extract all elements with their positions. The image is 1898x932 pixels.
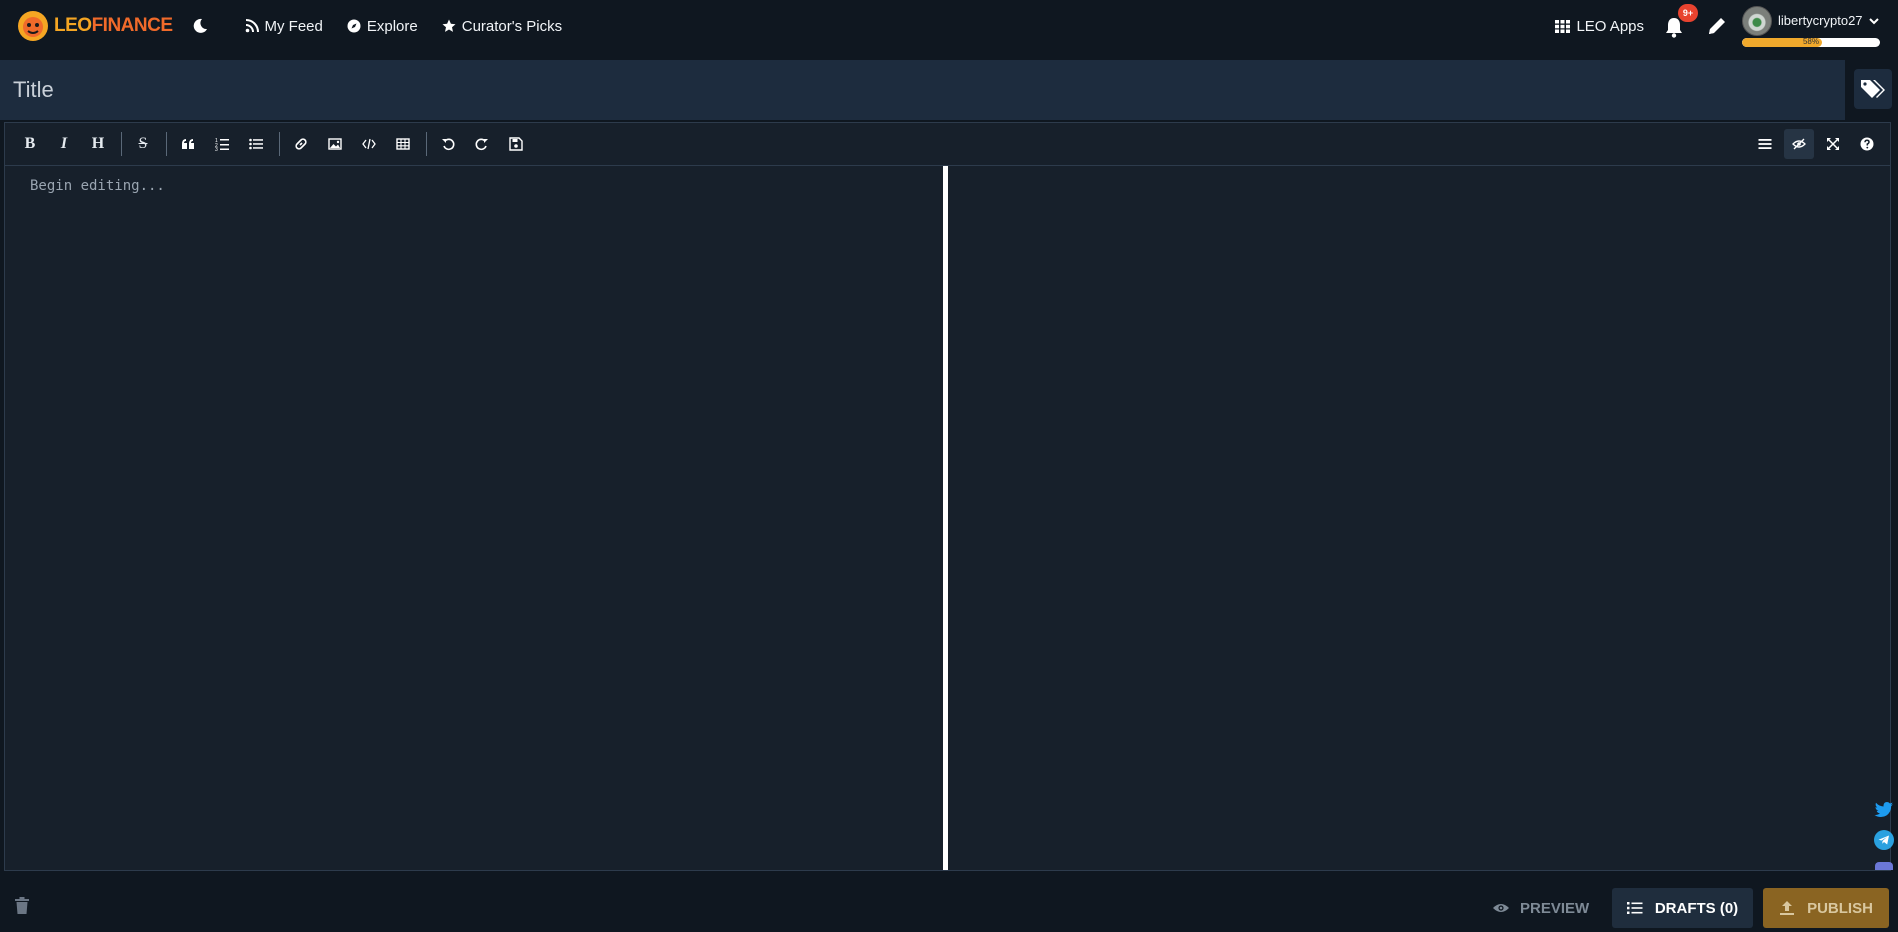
top-navbar: LEOFINANCE My Feed Explore Curator's Pic… [0, 0, 1898, 52]
nav-label: Explore [366, 17, 418, 35]
ordered-list-button[interactable]: 123 [207, 129, 237, 159]
title-bar [0, 60, 1845, 120]
leo-apps-menu[interactable]: LEO Apps [1555, 18, 1644, 35]
leofinance-logo[interactable]: LEOFINANCE [16, 9, 173, 43]
post-title-input[interactable] [13, 77, 1845, 103]
tags-icon [1861, 80, 1885, 98]
twitter-icon [1874, 802, 1893, 817]
toolbar-separator [279, 132, 280, 156]
redo-icon [475, 138, 488, 151]
upload-icon [1780, 901, 1795, 915]
chevron-down-icon [1868, 17, 1879, 24]
user-menu[interactable]: libertycrypto27 58% [1742, 5, 1882, 47]
help-button[interactable] [1852, 129, 1882, 159]
expand-icon [1827, 138, 1839, 150]
markdown-input-pane [5, 166, 943, 870]
redo-button[interactable] [467, 129, 497, 159]
resource-credits-text: 58% [1802, 37, 1819, 46]
list-icon [1626, 902, 1643, 914]
code-icon [362, 138, 376, 150]
nav-my-feed[interactable]: My Feed [245, 18, 323, 35]
compass-icon [347, 19, 361, 33]
save-icon [509, 137, 523, 151]
toggle-preview-button[interactable] [1784, 129, 1814, 159]
grid-icon [1555, 19, 1571, 33]
svg-text:3: 3 [215, 147, 218, 151]
undo-button[interactable] [433, 129, 463, 159]
preview-button[interactable]: PREVIEW [1480, 888, 1601, 928]
question-circle-icon [1860, 137, 1874, 151]
image-button[interactable] [320, 129, 350, 159]
heading-icon: H [91, 135, 105, 152]
bold-button[interactable]: B [15, 129, 45, 159]
code-button[interactable] [354, 129, 384, 159]
eye-icon [1493, 904, 1509, 912]
toolbar-separator [166, 132, 167, 156]
quote-button[interactable] [173, 129, 203, 159]
telegram-icon [1874, 830, 1894, 850]
save-draft-button[interactable] [501, 129, 531, 159]
tags-button[interactable] [1854, 69, 1892, 109]
nav-right-group: LEO Apps 9+ libertycrypto27 58% [1555, 4, 1882, 47]
nav-label: My Feed [264, 17, 323, 35]
notifications-button[interactable]: 9+ [1664, 4, 1698, 38]
menu-button[interactable] [1750, 129, 1780, 159]
preview-pane [948, 166, 1890, 870]
hamburger-icon [1758, 139, 1772, 149]
markdown-editor: B I H S 123 [4, 122, 1891, 871]
fullscreen-button[interactable] [1818, 129, 1848, 159]
discord-icon [1875, 862, 1893, 870]
delete-draft-trash-icon[interactable] [14, 897, 30, 915]
lion-logo-icon [18, 11, 48, 41]
italic-icon: I [60, 135, 68, 152]
unordered-list-icon [249, 138, 263, 150]
username: libertycrypto27 [1778, 13, 1863, 28]
undo-icon [442, 138, 455, 151]
publish-button[interactable]: PUBLISH [1763, 888, 1889, 928]
notification-count-badge: 9+ [1678, 4, 1698, 22]
heading-button[interactable]: H [83, 129, 113, 159]
avatar [1742, 5, 1772, 36]
toolbar-separator [121, 132, 122, 156]
strikethrough-button[interactable]: S [128, 129, 158, 159]
dark-mode-moon-icon[interactable] [191, 17, 209, 35]
nav-explore[interactable]: Explore [347, 18, 418, 35]
table-button[interactable] [388, 129, 418, 159]
editor-toolbar: B I H S 123 [5, 123, 1890, 166]
resource-credits-bar: 58% [1742, 37, 1880, 47]
rss-icon [245, 19, 259, 33]
user-row: libertycrypto27 [1742, 5, 1882, 36]
italic-button[interactable]: I [49, 129, 79, 159]
quote-icon [182, 139, 194, 149]
strikethrough-icon: S [138, 135, 148, 152]
nav-label: Curator's Picks [461, 17, 563, 35]
telegram-link[interactable] [1873, 829, 1895, 851]
preview-label: PREVIEW [1520, 899, 1590, 917]
link-icon [295, 138, 307, 150]
leo-apps-label: LEO Apps [1576, 17, 1644, 35]
ordered-list-icon: 123 [215, 138, 229, 151]
star-icon [442, 19, 456, 32]
image-icon [328, 138, 342, 150]
twitter-link[interactable] [1873, 799, 1895, 821]
brand-name: LEOFINANCE [54, 15, 173, 36]
bold-icon: B [24, 135, 36, 152]
drafts-label: DRAFTS (0) [1654, 899, 1739, 917]
post-body-textarea[interactable] [5, 166, 943, 870]
toolbar-right-group [1750, 129, 1890, 159]
write-post-pencil-icon[interactable] [1706, 15, 1728, 37]
discord-link[interactable] [1873, 860, 1895, 870]
link-button[interactable] [286, 129, 316, 159]
toolbar-separator [426, 132, 427, 156]
nav-curators-picks[interactable]: Curator's Picks [442, 18, 562, 35]
unordered-list-button[interactable] [241, 129, 271, 159]
drafts-button[interactable]: DRAFTS (0) [1612, 888, 1753, 928]
eye-slash-icon [1792, 138, 1806, 150]
table-icon [396, 138, 410, 150]
publish-label: PUBLISH [1807, 899, 1873, 917]
